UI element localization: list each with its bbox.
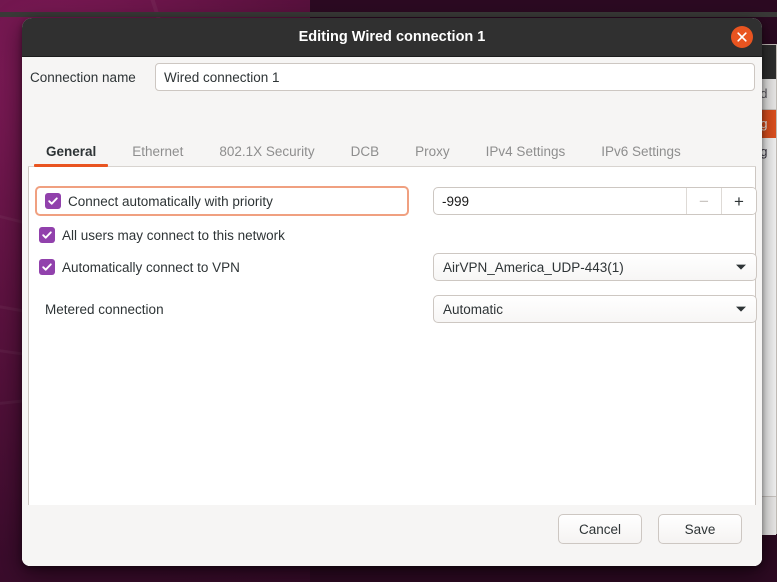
connect-automatically-label: Connect automatically with priority (68, 193, 273, 209)
dialog-titlebar: Editing Wired connection 1 (22, 18, 762, 57)
tab-dcb[interactable]: DCB (333, 144, 398, 166)
tab-ethernet[interactable]: Ethernet (114, 144, 201, 166)
tab-ipv4-settings[interactable]: IPv4 Settings (468, 144, 584, 166)
connect-automatically-checkbox[interactable]: Connect automatically with priority (35, 186, 409, 216)
settings-tabs: General Ethernet 802.1X Security DCB Pro… (28, 135, 756, 167)
auto-vpn-label: Automatically connect to VPN (62, 259, 240, 275)
metered-select-value: Automatic (443, 301, 504, 317)
priority-spinner[interactable]: − + (433, 187, 757, 215)
metered-connection-row: Metered connection Automatic (29, 293, 757, 325)
tab-general[interactable]: General (28, 144, 114, 167)
dialog-footer: Cancel Save (22, 505, 762, 566)
auto-vpn-row: Automatically connect to VPN AirVPN_Amer… (29, 251, 757, 283)
general-settings-panel: Connect automatically with priority − + (28, 167, 757, 548)
vpn-select[interactable]: AirVPN_America_UDP-443(1) (433, 253, 757, 281)
priority-input[interactable] (434, 188, 686, 214)
desktop-top-bar (0, 12, 777, 17)
dialog-body: Connection name General Ethernet 802.1X … (22, 57, 762, 566)
close-icon[interactable] (731, 26, 753, 48)
cancel-button[interactable]: Cancel (558, 514, 642, 544)
connection-name-row: Connection name (22, 57, 762, 97)
chevron-down-icon (735, 258, 747, 276)
desktop-root: ed ag ag Editing Wired connection 1 Conn… (0, 0, 777, 582)
checkmark-icon (39, 259, 55, 275)
vpn-select-value: AirVPN_America_UDP-443(1) (443, 259, 624, 275)
tab-ipv6-settings[interactable]: IPv6 Settings (583, 144, 699, 166)
connection-name-label: Connection name (30, 69, 136, 85)
chevron-down-icon (735, 300, 747, 318)
priority-decrement-button[interactable]: − (686, 188, 721, 214)
connection-name-input[interactable] (155, 63, 755, 91)
auto-vpn-checkbox[interactable]: Automatically connect to VPN (29, 252, 240, 282)
editing-connection-dialog: Editing Wired connection 1 Connection na… (22, 18, 762, 566)
all-users-checkbox[interactable]: All users may connect to this network (29, 220, 285, 250)
all-users-label: All users may connect to this network (62, 227, 285, 243)
metered-select[interactable]: Automatic (433, 295, 757, 323)
connect-automatically-row: Connect automatically with priority − + (29, 185, 757, 217)
dialog-title: Editing Wired connection 1 (298, 29, 486, 45)
checkmark-icon (39, 227, 55, 243)
checkmark-icon (45, 193, 61, 209)
all-users-row: All users may connect to this network (29, 219, 757, 251)
priority-increment-button[interactable]: + (721, 188, 756, 214)
save-button[interactable]: Save (658, 514, 742, 544)
tab-proxy[interactable]: Proxy (397, 144, 468, 166)
tab-8021x-security[interactable]: 802.1X Security (201, 144, 332, 166)
metered-connection-label: Metered connection (45, 301, 164, 317)
